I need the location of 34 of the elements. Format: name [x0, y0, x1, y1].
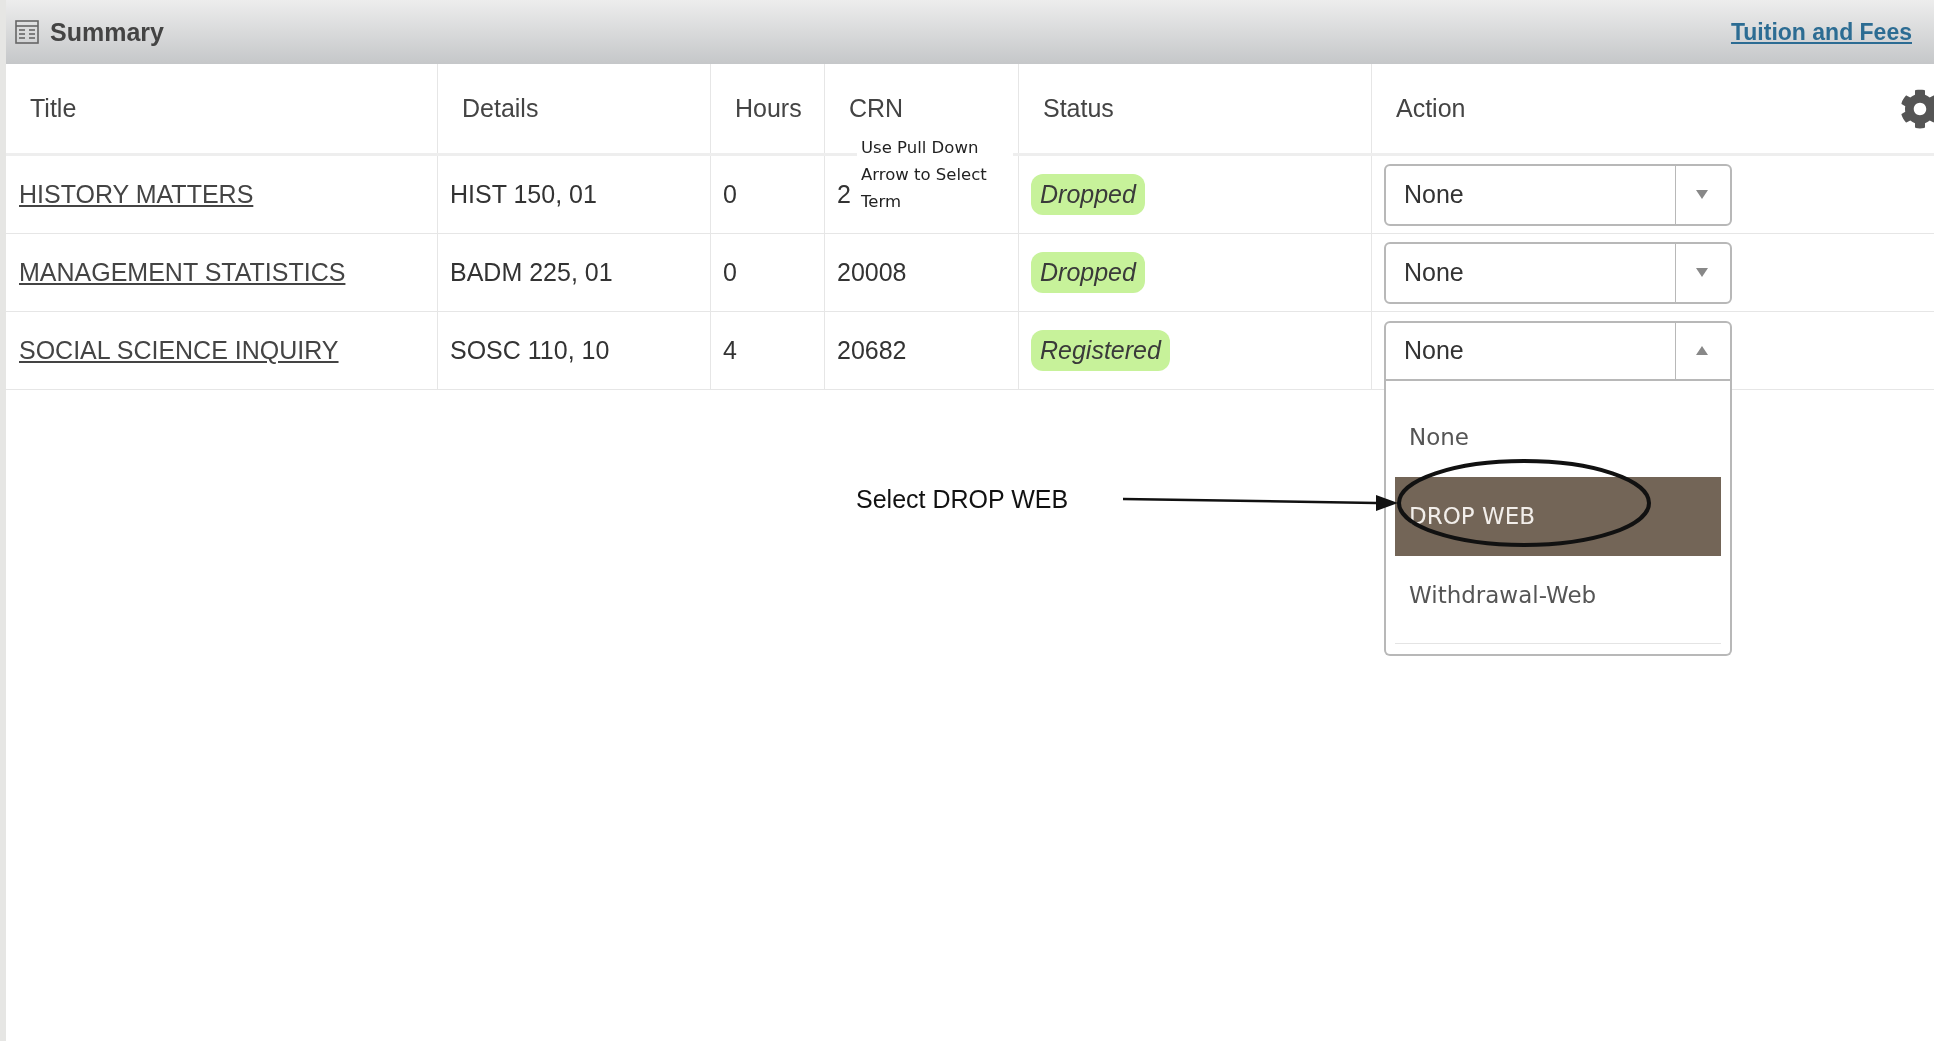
course-crn: 20682 [837, 336, 907, 365]
caret-up-icon [1696, 346, 1708, 355]
dropdown-option[interactable]: DROP WEB [1395, 476, 1721, 556]
column-header: Details [462, 94, 539, 123]
settings-icon[interactable] [1900, 88, 1934, 129]
column-header: Action [1396, 94, 1466, 123]
column-header: CRN [849, 94, 904, 123]
course-crn: 2 [837, 180, 851, 209]
course-title-link[interactable]: MANAGEMENT STATISTICS [19, 258, 346, 287]
course-hours: 0 [723, 258, 737, 287]
course-details: SOSC 110, 10 [450, 336, 610, 365]
caret-down-icon [1696, 190, 1708, 199]
action-select[interactable]: None [1384, 241, 1732, 304]
column-header: Status [1043, 94, 1114, 123]
course-crn: 20008 [837, 258, 907, 287]
table-icon [15, 20, 39, 44]
status-badge: Dropped [1031, 252, 1145, 293]
status-badge: Registered [1031, 330, 1170, 371]
dropdown-option[interactable]: Withdrawal-Web [1395, 555, 1721, 635]
tuition-link[interactable]: Tuition and Fees [1730, 18, 1912, 46]
action-select[interactable]: None [1384, 163, 1732, 226]
column-header: Hours [735, 94, 802, 123]
column-header: Title [30, 94, 77, 123]
course-details: HIST 150, 01 [450, 180, 597, 209]
course-title-link[interactable]: HISTORY MATTERS [19, 180, 254, 209]
summary-title: Summary [50, 17, 164, 47]
course-hours: 0 [723, 180, 737, 209]
status-badge: Dropped [1031, 174, 1145, 215]
course-title-link[interactable]: SOCIAL SCIENCE INQUIRY [19, 336, 339, 365]
dropdown-option[interactable]: None [1395, 397, 1721, 477]
caret-down-icon [1696, 268, 1708, 277]
course-hours: 4 [723, 336, 737, 365]
course-details: BADM 225, 01 [450, 258, 613, 287]
annotation-text: Select DROP WEB [856, 485, 1069, 514]
